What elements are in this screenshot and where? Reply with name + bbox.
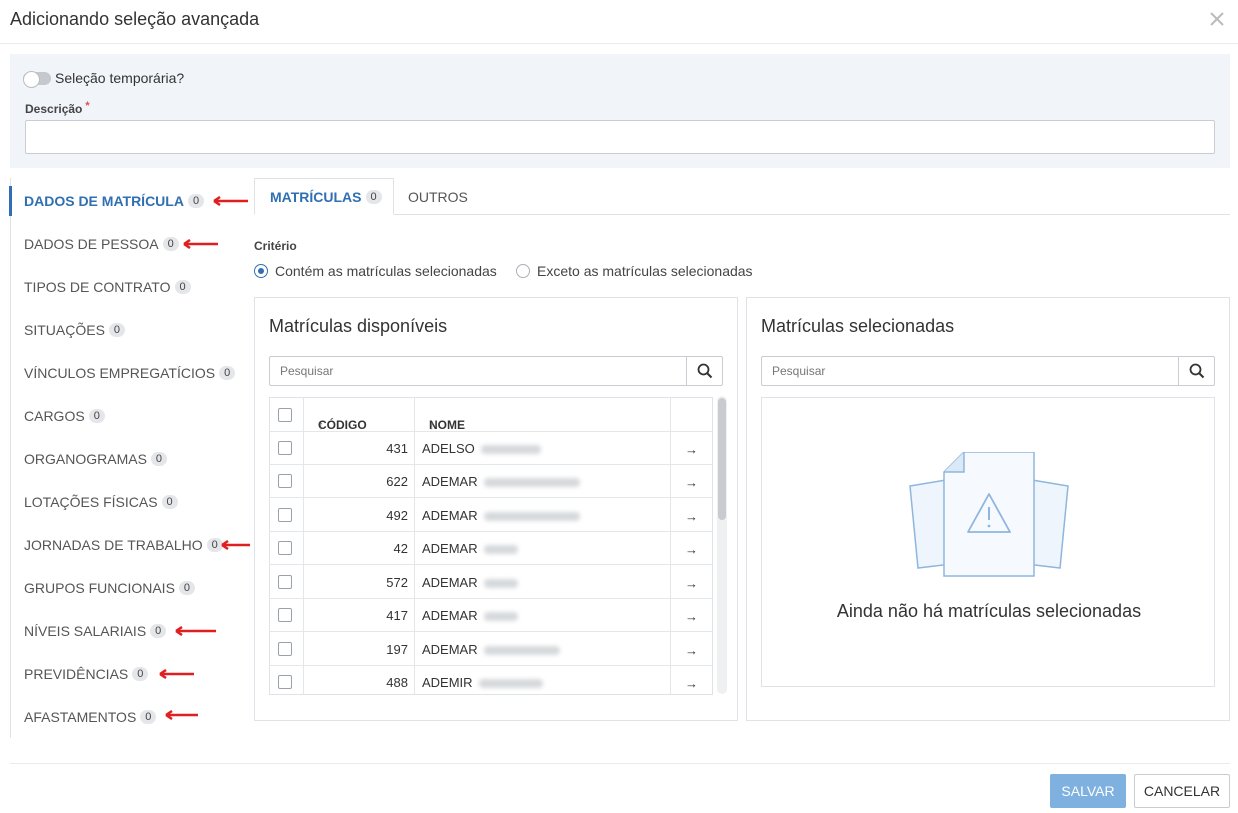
- table-row: 431 ADELSO →: [270, 431, 712, 465]
- annotation-arrow-icon: [183, 239, 218, 249]
- footer-divider: [10, 763, 1230, 764]
- sort-up-icon: ↑: [429, 418, 435, 432]
- sidebar-item-lotacoes[interactable]: LOTAÇÕES FÍSICAS 0: [11, 487, 178, 517]
- count-badge: 0: [161, 495, 178, 509]
- available-table: CÓDIGO ↑ NOME ↑ 431 ADELSO → 622 ADEMAR …: [269, 397, 713, 695]
- sidebar-item-tipos-contrato[interactable]: TIPOS DE CONTRATO 0: [11, 272, 191, 302]
- available-panel: Matrículas disponíveis Pesquisar CÓDIGO …: [254, 297, 738, 721]
- annotation-arrow-icon: [175, 626, 216, 636]
- sidebar-item-afastamentos[interactable]: AFASTAMENTOS 0: [11, 702, 157, 732]
- annotation-arrow-icon: [213, 196, 248, 206]
- table-scrollbar[interactable]: [717, 396, 727, 694]
- count-badge: 0: [150, 624, 167, 638]
- radio-except-label[interactable]: Exceto as matrículas selecionadas: [537, 263, 753, 279]
- select-all-checkbox[interactable]: [278, 408, 292, 422]
- tab-outros[interactable]: OUTROS: [408, 178, 468, 215]
- radio-contains[interactable]: [254, 264, 268, 278]
- dialog-title: Adicionando seleção avançada: [10, 9, 260, 29]
- description-field[interactable]: [25, 120, 1215, 154]
- count-badge: 0: [174, 280, 191, 294]
- count-badge: 0: [365, 189, 382, 204]
- annotation-arrow-icon: [165, 710, 198, 720]
- search-placeholder: Pesquisar: [280, 364, 334, 378]
- search-placeholder: Pesquisar: [772, 364, 826, 378]
- count-badge: 0: [88, 409, 105, 423]
- dialog-header: Adicionando seleção avançada: [0, 0, 1238, 44]
- radio-contains-label[interactable]: Contém as matrículas selecionadas: [275, 263, 497, 279]
- sidebar-item-situacoes[interactable]: SITUAÇÕES 0: [11, 315, 126, 345]
- table-row: 417 ADEMAR →: [270, 598, 712, 632]
- sidebar-item-grupos[interactable]: GRUPOS FUNCIONAIS 0: [11, 573, 196, 603]
- table-row: 197 ADEMAR →: [270, 632, 712, 666]
- sort-up-icon: ↑: [318, 418, 324, 432]
- row-checkbox[interactable]: [278, 575, 292, 589]
- add-arrow-icon[interactable]: →: [685, 609, 698, 624]
- tab-bar: MATRÍCULAS 0 OUTROS: [254, 178, 1230, 215]
- count-badge: 0: [150, 452, 168, 466]
- table-row: 42 ADEMAR →: [270, 531, 712, 565]
- table-row: 572 ADEMAR →: [270, 565, 712, 599]
- sidebar-item-dados-pessoa[interactable]: DADOS DE PESSOA 0: [11, 229, 179, 259]
- available-title: Matrículas disponíveis: [269, 316, 448, 336]
- sidebar-item-organogramas[interactable]: ORGANOGRAMAS 0: [11, 444, 168, 474]
- sidebar-item-dados-matricula[interactable]: DADOS DE MATRÍCULA 0: [9, 186, 205, 216]
- selected-search-input[interactable]: Pesquisar: [761, 356, 1215, 386]
- search-icon[interactable]: [1178, 357, 1214, 385]
- table-row: 622 ADEMAR →: [270, 464, 712, 498]
- sidebar-item-jornadas[interactable]: JORNADAS DE TRABALHO 0: [11, 530, 223, 560]
- description-label: Descrição *: [25, 100, 90, 116]
- sidebar-item-vinculos[interactable]: VÍNCULOS EMPREGATÍCIOS 0: [11, 358, 236, 388]
- criteria-label: Critério: [254, 239, 297, 253]
- add-arrow-icon[interactable]: →: [685, 576, 698, 591]
- add-arrow-icon[interactable]: →: [685, 643, 698, 658]
- cancel-button[interactable]: CANCELAR: [1134, 774, 1230, 808]
- row-checkbox[interactable]: [278, 541, 292, 555]
- form-section: Seleção temporária? Descrição *: [10, 54, 1230, 168]
- empty-state: Ainda não há matrículas selecionadas: [761, 397, 1215, 687]
- count-badge: 0: [108, 323, 126, 337]
- empty-document-icon: [909, 452, 1069, 577]
- criteria-sidebar: DADOS DE MATRÍCULA 0 DADOS DE PESSOA 0 TIP…: [9, 178, 242, 738]
- count-badge: 0: [132, 667, 149, 681]
- temporary-toggle[interactable]: [23, 71, 51, 88]
- table-row: 488 ADEMIR →: [270, 665, 712, 694]
- row-checkbox[interactable]: [278, 608, 292, 622]
- count-badge: 0: [140, 710, 157, 724]
- radio-except[interactable]: [516, 264, 530, 278]
- annotation-arrow-icon: [221, 540, 250, 550]
- table-row: 492 ADEMAR →: [270, 498, 712, 532]
- count-badge: 0: [178, 581, 196, 595]
- selected-panel: Matrículas selecionadas Pesquisar Ainda …: [746, 297, 1230, 721]
- selected-title: Matrículas selecionadas: [761, 316, 955, 336]
- count-badge: 0: [219, 366, 236, 380]
- temporary-toggle-label: Seleção temporária?: [55, 70, 185, 86]
- sidebar-item-cargos[interactable]: CARGOS 0: [11, 401, 105, 431]
- count-badge: 0: [187, 194, 205, 208]
- available-search-input[interactable]: Pesquisar: [269, 356, 723, 386]
- add-arrow-icon[interactable]: →: [685, 442, 698, 457]
- add-arrow-icon[interactable]: →: [685, 509, 698, 524]
- col-codigo[interactable]: CÓDIGO ↑: [304, 398, 415, 432]
- sidebar-item-niveis[interactable]: NÍVEIS SALARIAIS 0: [11, 616, 167, 646]
- add-arrow-icon[interactable]: →: [685, 676, 698, 691]
- table-header: CÓDIGO ↑ NOME ↑: [270, 398, 712, 432]
- add-arrow-icon[interactable]: →: [685, 475, 698, 490]
- annotation-arrow-icon: [159, 669, 194, 679]
- sidebar-item-previdencias[interactable]: PREVIDÊNCIAS 0: [11, 659, 149, 689]
- row-checkbox[interactable]: [278, 642, 292, 656]
- search-icon[interactable]: [686, 357, 722, 385]
- save-button[interactable]: SALVAR: [1050, 774, 1126, 808]
- empty-message: Ainda não há matrículas selecionadas: [836, 601, 1142, 621]
- row-checkbox[interactable]: [278, 474, 292, 488]
- row-checkbox[interactable]: [278, 441, 292, 455]
- col-nome[interactable]: NOME ↑: [415, 398, 671, 432]
- row-checkbox[interactable]: [278, 508, 292, 522]
- tab-matriculas[interactable]: MATRÍCULAS 0: [254, 178, 394, 215]
- required-marker: *: [85, 100, 90, 112]
- add-arrow-icon[interactable]: →: [685, 542, 698, 557]
- row-checkbox[interactable]: [278, 675, 292, 689]
- close-icon[interactable]: [1206, 8, 1228, 30]
